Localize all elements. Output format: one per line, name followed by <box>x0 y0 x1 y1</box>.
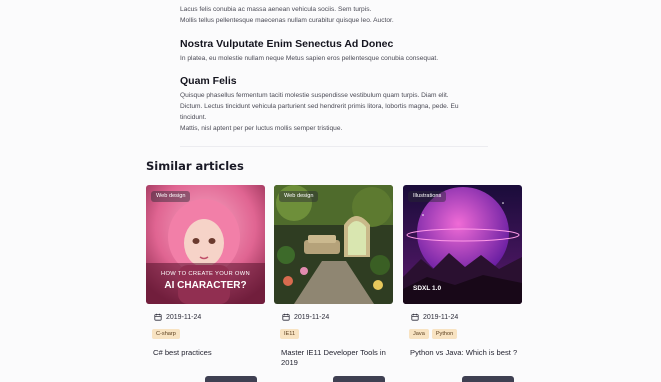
section-2-line-2: Dictum. Lectus tincidunt vehicula partur… <box>180 103 459 110</box>
calendar-icon <box>154 313 162 321</box>
article-title-link[interactable]: Master IE11 Developer Tools in 2019 <box>281 348 393 368</box>
tag[interactable]: C-sharp <box>152 329 180 339</box>
category-badge: Illustrations <box>408 191 447 202</box>
section-2-line-1: Quisque phasellus fermentum taciti moles… <box>180 92 449 99</box>
read-more-button[interactable] <box>333 376 385 382</box>
article-thumbnail[interactable]: Web design HOW TO CREATE YOUR OWN AI CHA… <box>146 185 265 304</box>
garden-illustration <box>274 185 393 304</box>
intro-line-1: Lacus felis conubia ac massa aenean vehi… <box>180 6 372 13</box>
article-card[interactable]: Web design HOW TO CREATE YOUR OWN AI CHA… <box>146 185 265 382</box>
category-badge: Web design <box>279 191 319 202</box>
article-card[interactable]: Web design 2019-11-24 IE11 Master IE11 D… <box>274 185 393 382</box>
article-divider <box>180 146 488 147</box>
section-title-1: Nostra Vulputate Enim Senectus Ad Donec <box>180 38 394 50</box>
section-2-line-3: tincidunt. <box>180 114 207 121</box>
thumbnail-caption-small: HOW TO CREATE YOUR OWN <box>161 271 250 277</box>
thumbnail-caption-large: SDXL 1.0 <box>413 285 442 292</box>
article-thumbnail[interactable]: Web design <box>274 185 393 304</box>
section-title-2: Quam Felis <box>180 75 237 87</box>
calendar-icon <box>411 313 419 321</box>
article-date: 2019-11-24 <box>294 313 330 321</box>
date-row: 2019-11-24 <box>282 313 329 321</box>
section-1-line-1: In platea, eu molestie nullam neque Metu… <box>180 55 439 62</box>
article-title-link[interactable]: Python vs Java: Which is best ? <box>410 348 522 358</box>
read-more-button[interactable] <box>205 376 257 382</box>
read-more-button[interactable] <box>462 376 514 382</box>
similar-articles-heading: Similar articles <box>146 159 244 173</box>
tag-list: IE11 <box>280 329 300 339</box>
article-date: 2019-11-24 <box>166 313 202 321</box>
article-card[interactable]: Illustrations SDXL 1.0 2019-11-24 Java P… <box>403 185 522 382</box>
calendar-icon <box>282 313 290 321</box>
article-title-link[interactable]: C# best practices <box>153 348 265 358</box>
tag-list: C-sharp <box>152 329 180 339</box>
intro-line-2: Mollis tellus pellentesque maecenas null… <box>180 17 394 24</box>
thumbnail-caption-large: AI CHARACTER? <box>164 280 247 291</box>
article-thumbnail[interactable]: Illustrations SDXL 1.0 <box>403 185 522 304</box>
category-badge: Web design <box>151 191 191 202</box>
date-row: 2019-11-24 <box>154 313 201 321</box>
tag[interactable]: Java <box>409 329 429 339</box>
tag[interactable]: Python <box>431 329 458 339</box>
section-2-line-4: Mattis, nisl aptent per per luctus molli… <box>180 125 343 132</box>
tag-list: Java Python <box>409 329 458 339</box>
article-date: 2019-11-24 <box>423 313 459 321</box>
date-row: 2019-11-24 <box>411 313 458 321</box>
tag[interactable]: IE11 <box>280 329 300 339</box>
